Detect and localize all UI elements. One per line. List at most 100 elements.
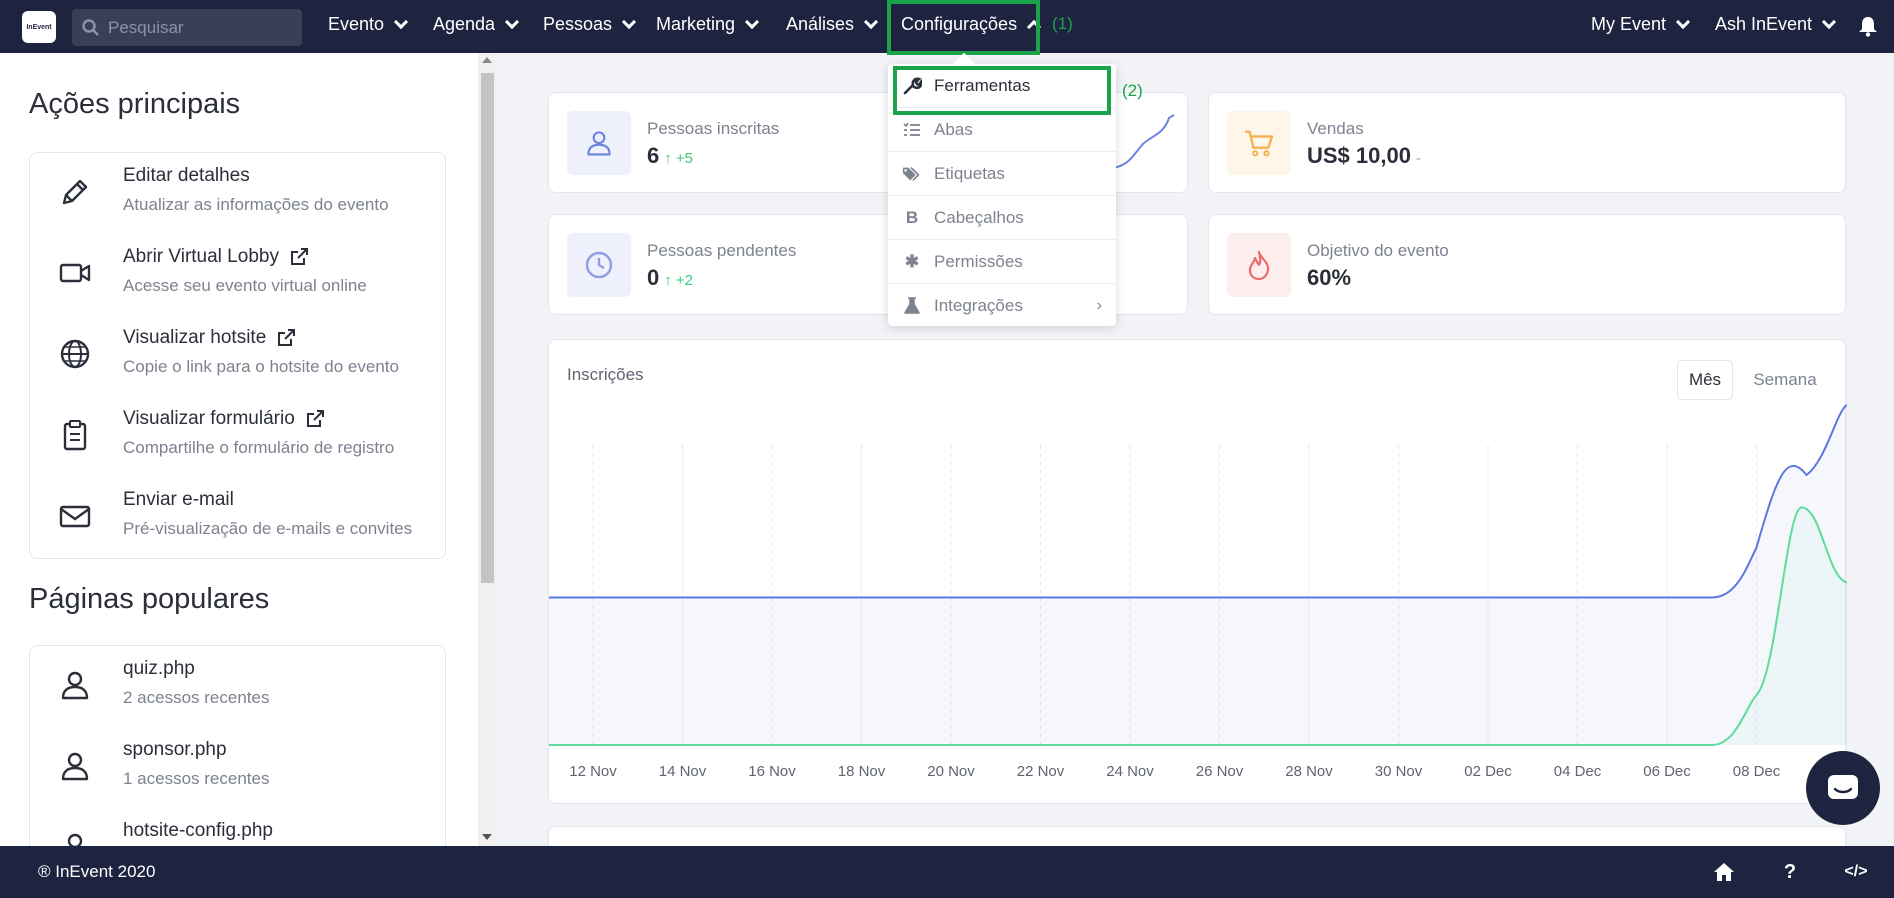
action-subtitle: Copie o link para o hotsite do evento: [123, 357, 399, 376]
bell-icon[interactable]: [1858, 15, 1878, 37]
nav-my-event[interactable]: My Event: [1591, 14, 1691, 35]
action-subtitle: Pré-visualização de e-mails e convites: [123, 519, 413, 538]
nav-analises[interactable]: Análises: [786, 14, 879, 35]
action-send-email[interactable]: Enviar e-mail Pré-visualização de e-mail…: [30, 477, 447, 558]
action-title: Visualizar hotsite: [123, 327, 296, 349]
user-icon: [61, 671, 89, 700]
external-link-icon: [290, 248, 308, 265]
list-icon: [902, 120, 922, 140]
menu-item-label: Integrações: [934, 296, 1023, 315]
popular-page-title: sponsor.php: [123, 739, 227, 760]
action-view-form[interactable]: Visualizar formulário Compartilhe o form…: [30, 396, 447, 477]
external-link-icon: [278, 329, 296, 346]
code-icon[interactable]: </>: [1843, 860, 1869, 884]
x-tick-label: 26 Nov: [1196, 763, 1244, 780]
x-tick-label: 04 Dec: [1554, 763, 1602, 780]
search-box[interactable]: [72, 9, 302, 46]
globe-icon: [60, 339, 90, 369]
search-icon: [82, 18, 99, 36]
menu-item-permissoes[interactable]: ✱ Permissões: [888, 240, 1116, 284]
x-tick-label: 08 Dec: [1733, 763, 1781, 780]
tags-icon: [902, 164, 922, 184]
popular-page-item[interactable]: hotsite-config.php: [30, 808, 447, 846]
fire-icon: [1248, 250, 1270, 281]
stat-value: 6: [647, 143, 660, 168]
nav-agenda[interactable]: Agenda: [433, 14, 520, 35]
stat-value: 0: [647, 265, 660, 290]
pencil-icon: [62, 179, 88, 205]
stat-delta-value: +5: [675, 150, 694, 167]
inevent-logo[interactable]: InEvent: [22, 11, 56, 43]
stat-icon-box: [1227, 111, 1291, 175]
action-virtual-lobby[interactable]: Abrir Virtual Lobby Acesse seu evento vi…: [30, 234, 447, 315]
chevron-down-icon: [863, 14, 879, 30]
chevron-down-icon: [393, 14, 409, 30]
main-actions-card: Editar detalhes Atualizar as informações…: [29, 152, 446, 559]
menu-item-label: Permissões: [934, 251, 1023, 271]
scroll-thumb[interactable]: [481, 73, 494, 583]
x-tick-label: 14 Nov: [659, 763, 707, 780]
action-view-hotsite[interactable]: Visualizar hotsite Copie o link para o h…: [30, 315, 447, 396]
asterisk-icon: ✱: [904, 252, 920, 271]
nav-marketing-label: Marketing: [656, 14, 736, 34]
clock-icon: [585, 251, 613, 279]
envelope-icon: [59, 505, 91, 528]
popular-page-title: quiz.php: [123, 658, 195, 679]
nav-agenda-label: Agenda: [433, 14, 496, 34]
help-icon[interactable]: ?: [1777, 860, 1803, 884]
popular-pages-card: quiz.php 2 acessos recentes sponsor.php …: [29, 645, 446, 846]
stat-delta: ↑ +5: [664, 150, 694, 167]
action-title: Editar detalhes: [123, 165, 250, 186]
stat-card-goal[interactable]: Objetivo do evento 60%: [1208, 214, 1846, 315]
stat-value: US$ 10,00: [1307, 143, 1411, 168]
registrations-chart: 12 Nov 14 Nov 16 Nov 18 Nov 20 Nov 22 Nov 24 N…: [549, 404, 1847, 780]
popular-page-subtitle: 2 acessos recentes: [123, 688, 270, 707]
scroll-up-arrow[interactable]: [482, 57, 492, 63]
user-icon: [67, 833, 83, 846]
x-tick-label: 30 Nov: [1375, 763, 1423, 780]
stat-icon-box: [1227, 233, 1291, 297]
popular-page-item[interactable]: quiz.php 2 acessos recentes: [30, 646, 447, 727]
annotation-label-2: (2): [1122, 81, 1143, 100]
search-input[interactable]: [108, 17, 288, 38]
video-camera-icon: [59, 263, 91, 283]
scroll-down-arrow[interactable]: [482, 834, 492, 840]
nav-evento[interactable]: Evento: [328, 14, 409, 35]
footer-copyright: ® InEvent 2020: [38, 862, 156, 881]
action-subtitle: Acesse seu evento virtual online: [123, 276, 367, 295]
stat-card-sales[interactable]: Vendas US$ 10,00-: [1208, 92, 1846, 193]
shopping-cart-icon: [1244, 130, 1274, 157]
menu-item-label: Abas: [934, 119, 973, 139]
popular-page-subtitle: 1 acessos recentes: [123, 769, 270, 788]
menu-item-etiquetas[interactable]: Etiquetas: [888, 152, 1116, 196]
nav-pessoas[interactable]: Pessoas: [543, 14, 637, 35]
clipboard-icon: [63, 420, 87, 451]
highlight-box-2: [893, 66, 1111, 115]
nav-marketing[interactable]: Marketing: [656, 14, 760, 35]
footer-bar: ® InEvent 2020 ? </>: [0, 846, 1894, 898]
popular-page-item[interactable]: sponsor.php 1 acessos recentes: [30, 727, 447, 808]
action-subtitle: Atualizar as informações do evento: [123, 195, 389, 214]
stat-value: 60%: [1307, 265, 1352, 290]
menu-item-integracoes[interactable]: Integrações ›: [888, 284, 1116, 328]
action-subtitle: Compartilhe o formulário de registro: [123, 438, 395, 457]
chat-icon: [1828, 775, 1858, 799]
user-icon: [587, 131, 611, 156]
action-title: Enviar e-mail: [123, 489, 234, 510]
popular-pages-title: Páginas populares: [29, 583, 270, 615]
popular-page-title: hotsite-config.php: [123, 820, 273, 841]
chat-launcher-button[interactable]: [1806, 751, 1880, 825]
home-icon[interactable]: [1711, 860, 1737, 884]
stat-label: Pessoas pendentes: [647, 241, 797, 260]
nav-evento-label: Evento: [328, 14, 385, 34]
nav-pessoas-label: Pessoas: [543, 14, 613, 34]
stat-value-row: US$ 10,00-: [1307, 143, 1421, 169]
menu-item-cabecalhos[interactable]: B Cabeçalhos: [888, 196, 1116, 240]
left-panel-scrollbar[interactable]: [478, 53, 496, 846]
action-edit-details[interactable]: Editar detalhes Atualizar as informações…: [30, 153, 447, 234]
series-area: [549, 405, 1847, 745]
stat-value-row: 0 ↑ +2: [647, 265, 693, 291]
nav-user-menu[interactable]: Ash InEvent: [1715, 14, 1837, 35]
stat-label: Objetivo do evento: [1307, 241, 1449, 260]
left-panel: Ações principais Editar detalhes Atualiz…: [0, 53, 478, 846]
